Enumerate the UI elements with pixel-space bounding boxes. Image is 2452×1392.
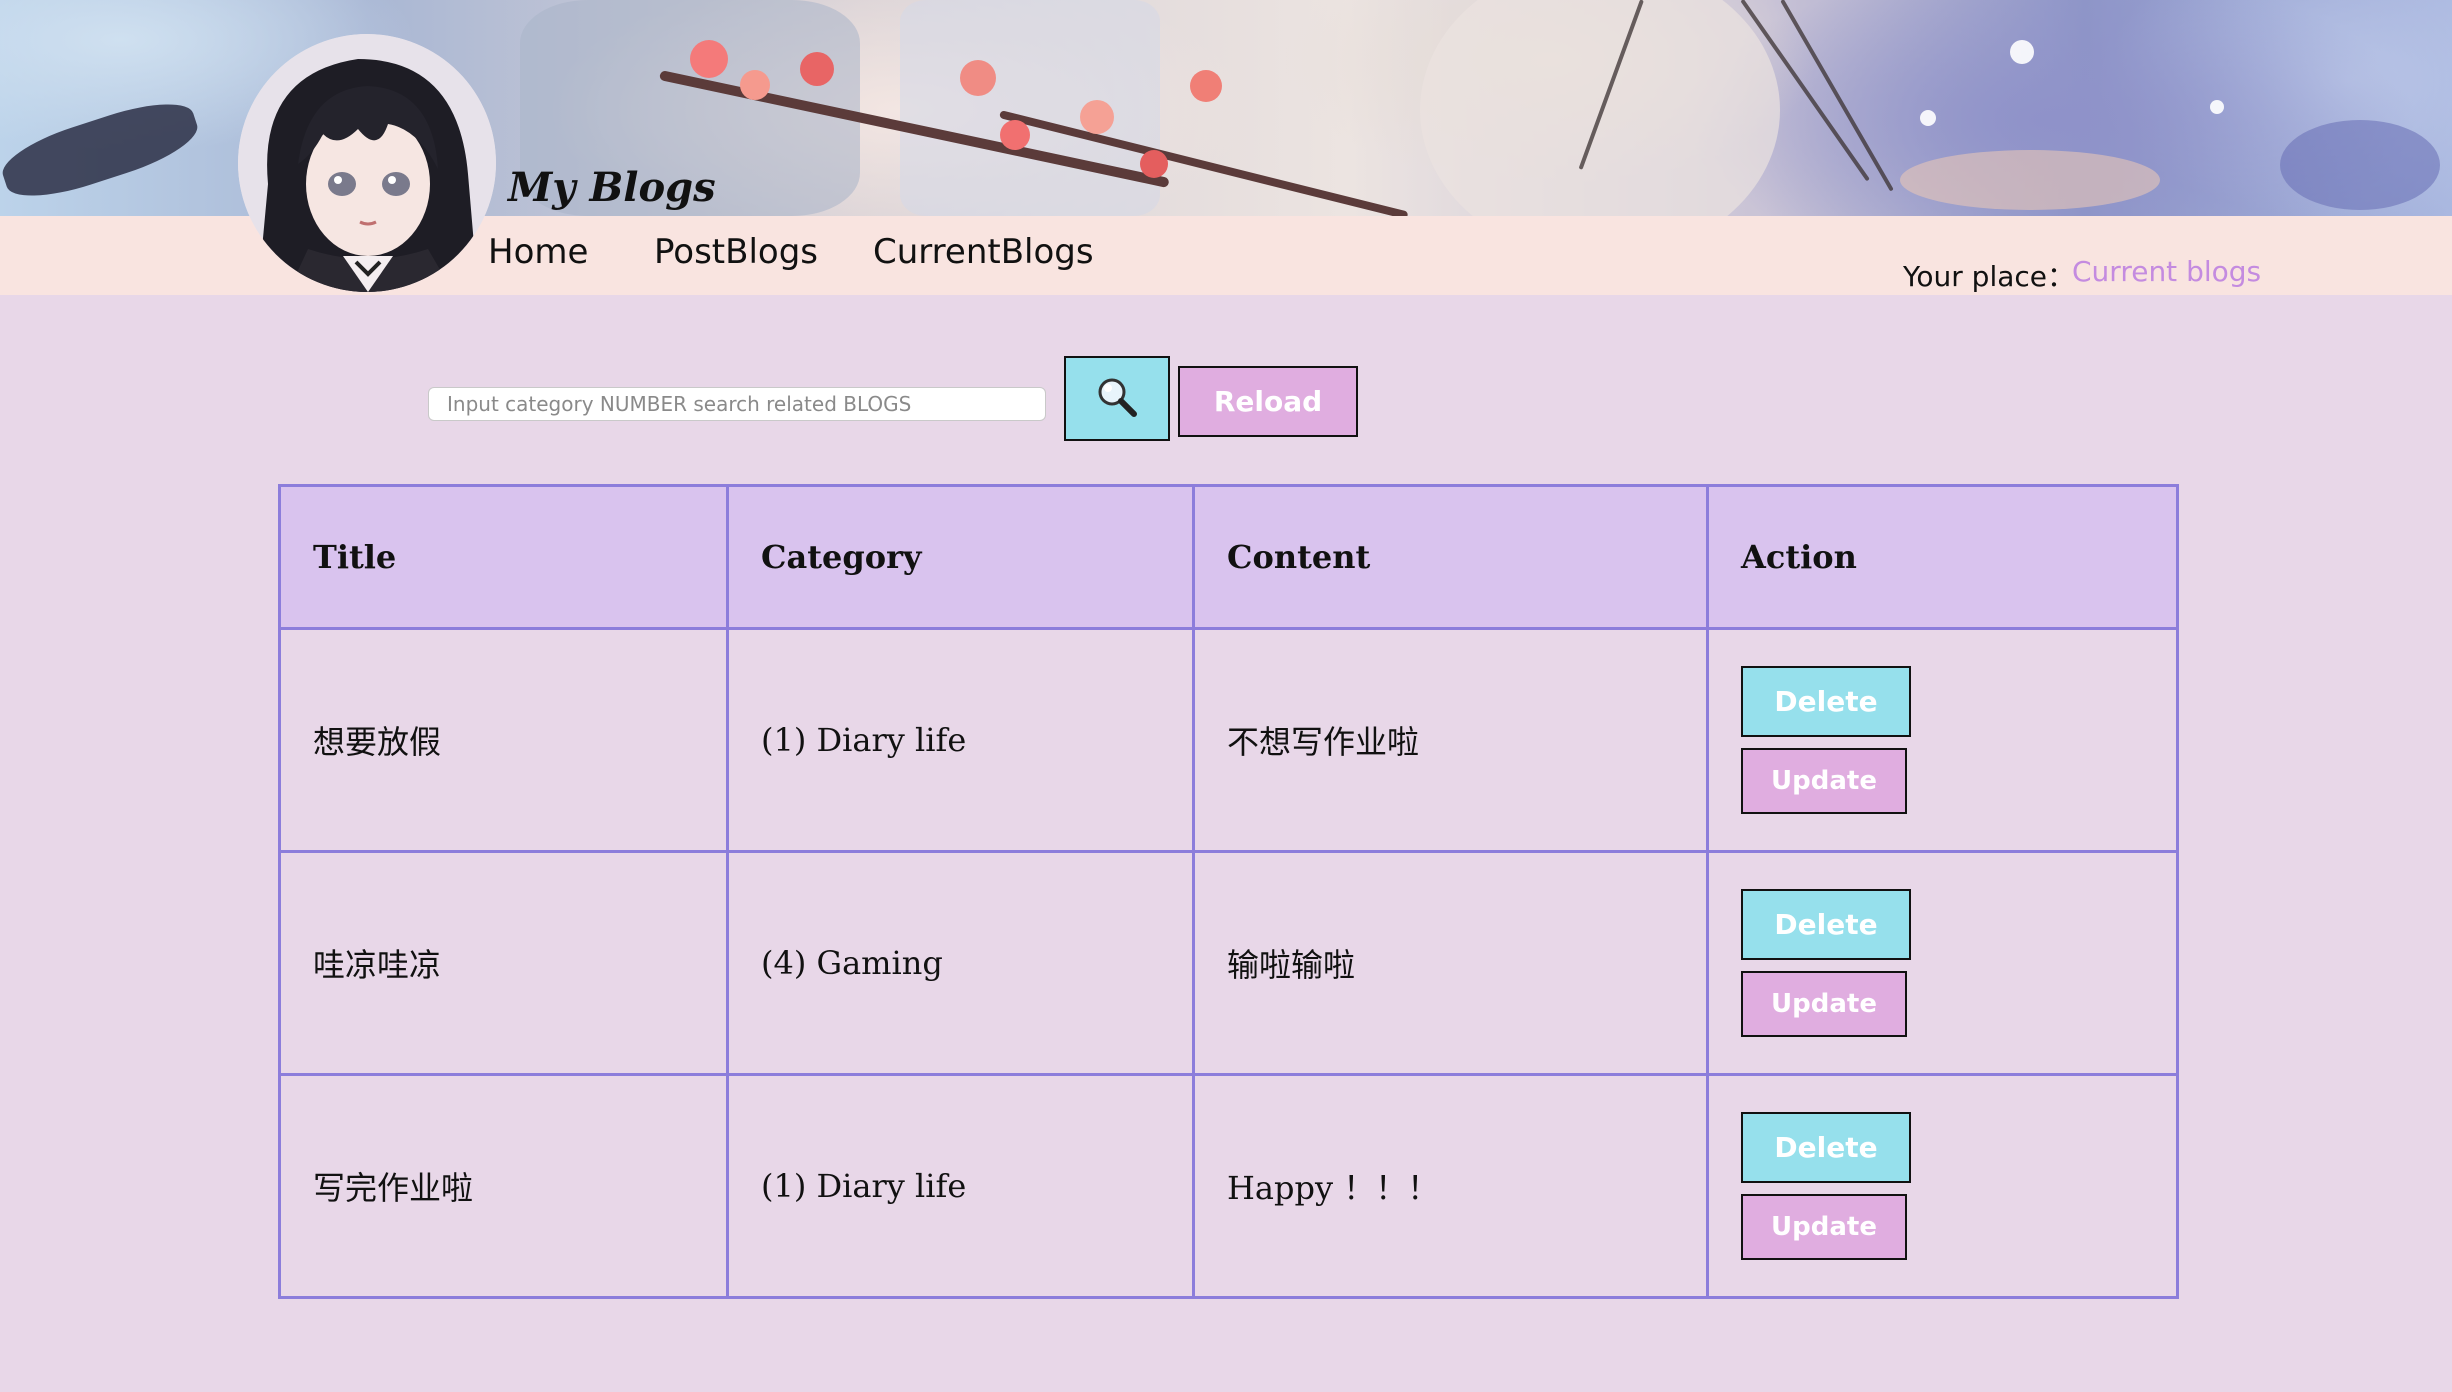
reload-button[interactable]: Reload: [1178, 366, 1358, 437]
blog-title-cell: 哇凉哇凉: [278, 850, 729, 1076]
nav-postblogs-link[interactable]: PostBlogs: [654, 232, 818, 272]
update-button[interactable]: Update: [1741, 1194, 1907, 1260]
your-place-label: Your place：: [1903, 260, 2076, 293]
blog-action-cell: Delete Update: [1706, 627, 2179, 853]
blog-category-cell: (4) Gaming: [726, 850, 1195, 1076]
nav-currentblogs-link[interactable]: CurrentBlogs: [873, 232, 1094, 272]
blogs-table: Title Category Content Action 想要放假 (1) D…: [278, 484, 2179, 1299]
avatar: [238, 34, 496, 292]
blog-title-cell: 写完作业啦: [278, 1073, 729, 1299]
search-button[interactable]: [1064, 356, 1170, 441]
table-header-row: Title Category Content Action: [278, 484, 2179, 630]
blog-content-cell: 输啦输啦: [1192, 850, 1709, 1076]
table-row: 写完作业啦 (1) Diary life Happy ！！！ Delete Up…: [278, 1073, 2179, 1299]
magnifier-icon: [1095, 375, 1139, 423]
blog-content-cell: Happy ！！！: [1192, 1073, 1709, 1299]
category-search-input[interactable]: [428, 387, 1046, 421]
update-button[interactable]: Update: [1741, 748, 1907, 814]
blog-category-cell: (1) Diary life: [726, 1073, 1195, 1299]
delete-button[interactable]: Delete: [1741, 666, 1911, 737]
site-title: My Blogs: [508, 164, 716, 211]
blog-title-cell: 想要放假: [278, 627, 729, 853]
column-header-content: Content: [1192, 484, 1709, 630]
delete-button[interactable]: Delete: [1741, 889, 1911, 960]
blog-action-cell: Delete Update: [1706, 1073, 2179, 1299]
delete-button[interactable]: Delete: [1741, 1112, 1911, 1183]
table-row: 想要放假 (1) Diary life 不想写作业啦 Delete Update: [278, 627, 2179, 853]
nav-home-link[interactable]: Home: [488, 232, 588, 272]
blog-category-cell: (1) Diary life: [726, 627, 1195, 853]
update-button[interactable]: Update: [1741, 971, 1907, 1037]
current-place-breadcrumb: Current blogs: [2072, 255, 2262, 288]
blog-action-cell: Delete Update: [1706, 850, 2179, 1076]
blog-content-cell: 不想写作业啦: [1192, 627, 1709, 853]
column-header-action: Action: [1706, 484, 2179, 630]
column-header-title: Title: [278, 484, 729, 630]
column-header-category: Category: [726, 484, 1195, 630]
table-row: 哇凉哇凉 (4) Gaming 输啦输啦 Delete Update: [278, 850, 2179, 1076]
